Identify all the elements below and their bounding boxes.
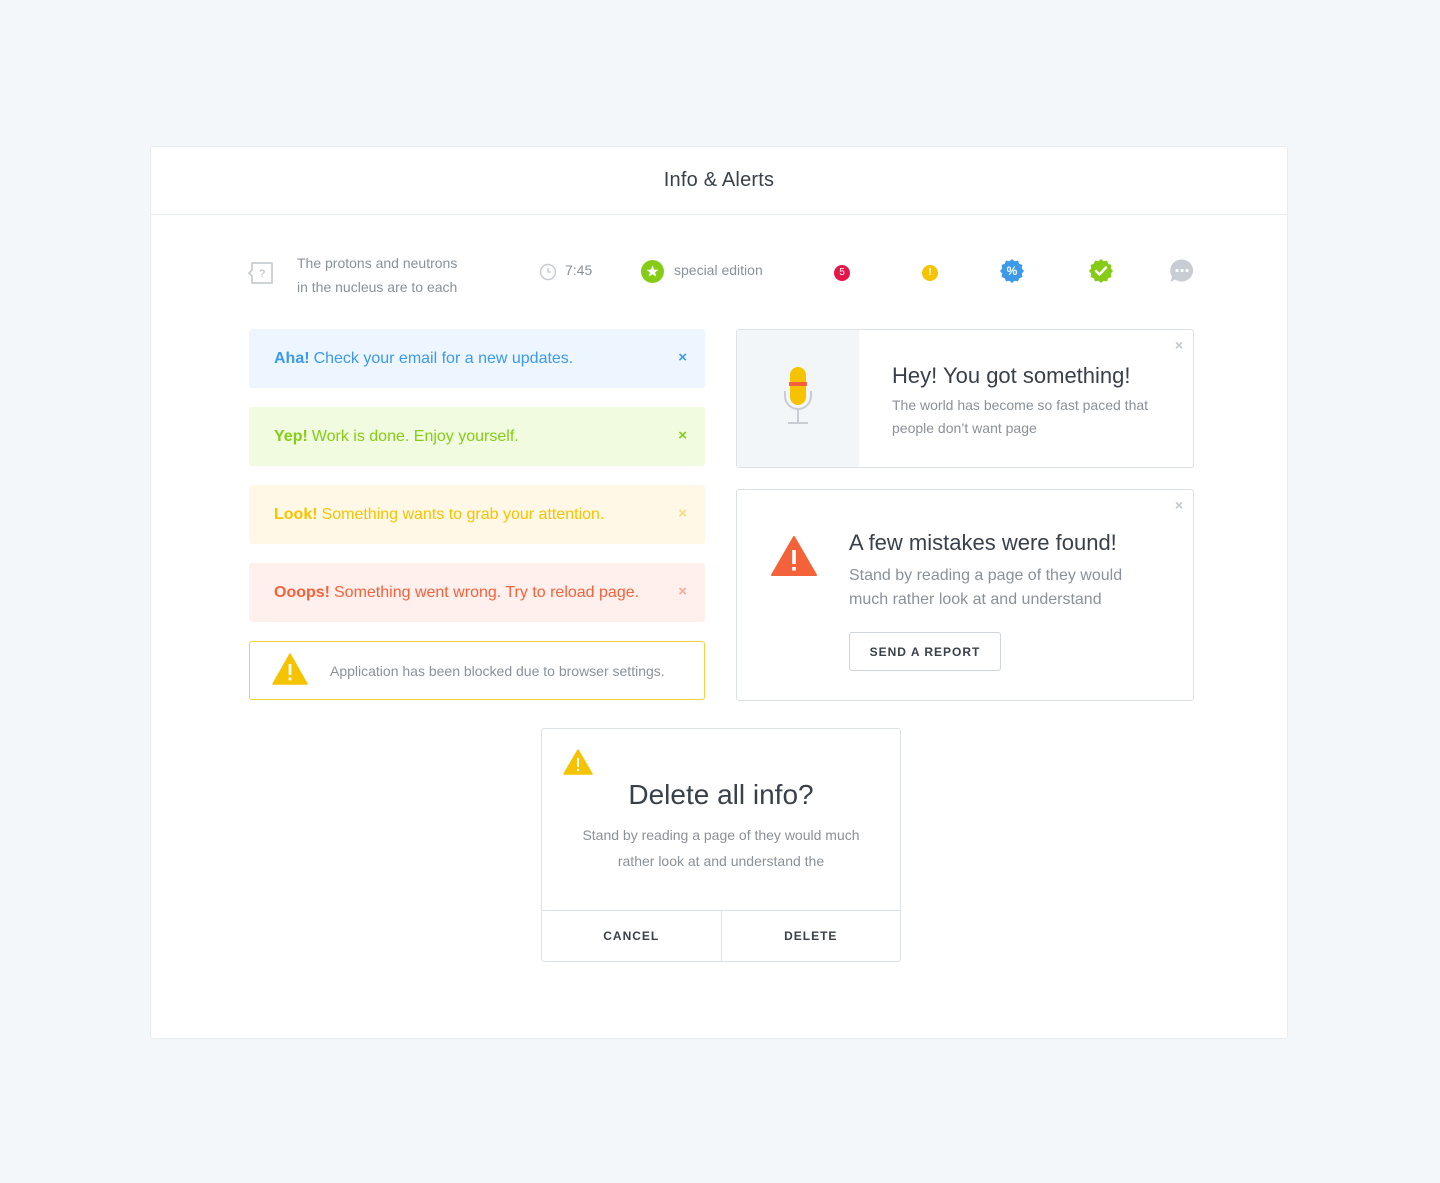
percent-mark: %: [1006, 264, 1018, 278]
alert-blocked-text: Application has been blocked due to brow…: [330, 662, 665, 679]
alert-info: Aha! Check your email for a new updates.…: [249, 329, 705, 388]
dialog-desc: Stand by reading a page of they would mu…: [582, 827, 860, 869]
chat-icon[interactable]: [1169, 258, 1195, 289]
alert-badge-mark: !: [928, 267, 932, 278]
alert-warning: Look! Something wants to grab your atten…: [249, 485, 705, 544]
notification-panel: Hey! You got something! The world has be…: [736, 329, 1194, 468]
notification-count-badge[interactable]: 5: [834, 265, 850, 286]
mistakes-close-icon[interactable]: ×: [1175, 497, 1183, 513]
mistakes-desc: Stand by reading a page of they would mu…: [849, 567, 1123, 608]
alert-success-close-icon[interactable]: ×: [678, 427, 687, 444]
notification-close-icon[interactable]: ×: [1175, 337, 1183, 353]
alert-info-close-icon[interactable]: ×: [678, 349, 687, 366]
question-icon[interactable]: ?: [248, 259, 276, 292]
badge-count: 5: [839, 267, 845, 278]
alert-error: Ooops! Something went wrong. Try to relo…: [249, 563, 705, 622]
special-edition-label: special edition: [674, 262, 763, 278]
notification-title: Hey! You got something!: [892, 363, 1131, 388]
question-text: The protons and neutrons in the nucleus …: [297, 251, 457, 299]
svg-text:?: ?: [259, 268, 265, 280]
cancel-button[interactable]: CANCEL: [542, 911, 721, 961]
time-label: 7:45: [565, 262, 593, 278]
delete-button[interactable]: DELETE: [720, 911, 901, 961]
alert-info-strong: Aha!: [274, 349, 310, 367]
warning-icon: [770, 535, 818, 582]
alert-info-text: Check your email for a new updates.: [313, 349, 574, 367]
clock-icon: [539, 263, 557, 286]
warning-icon: [563, 749, 593, 780]
question-text-line-2: in the nucleus are to each: [297, 279, 458, 295]
card-header: Info & Alerts: [151, 147, 1287, 215]
alert-badge[interactable]: !: [922, 265, 938, 286]
delete-dialog: Delete all info? Stand by reading a page…: [541, 728, 901, 962]
send-report-button[interactable]: SEND A REPORT: [849, 632, 1001, 671]
alert-blocked: Application has been blocked due to brow…: [249, 641, 705, 700]
alert-warning-strong: Look!: [274, 505, 318, 523]
notification-desc: The world has become so fast paced that …: [892, 397, 1149, 436]
alert-warning-close-icon[interactable]: ×: [678, 505, 687, 522]
mistakes-panel: A few mistakes were found! Stand by read…: [736, 489, 1194, 701]
warning-icon: [272, 653, 308, 688]
alert-success-text: Work is done. Enjoy yourself.: [311, 427, 519, 445]
star-icon[interactable]: [641, 260, 664, 288]
alert-success: Yep! Work is done. Enjoy yourself. ×: [249, 407, 705, 466]
alert-error-text: Something went wrong. Try to reload page…: [334, 583, 640, 601]
alert-warning-text: Something wants to grab your attention.: [321, 505, 605, 523]
check-badge-icon[interactable]: [1088, 258, 1114, 289]
info-alerts-card: Info & Alerts ? The protons and neutrons…: [150, 146, 1288, 1039]
dialog-title: Delete all info?: [628, 779, 814, 810]
notification-icon-area: [737, 330, 859, 467]
alert-error-strong: Ooops!: [274, 583, 330, 601]
card-title: Info & Alerts: [663, 169, 775, 191]
dialog-buttons: CANCEL DELETE: [542, 910, 900, 961]
percent-badge-icon[interactable]: %: [999, 258, 1025, 289]
question-text-line-1: The protons and neutrons: [297, 255, 458, 271]
mistakes-title: A few mistakes were found!: [849, 530, 1117, 555]
alert-success-strong: Yep!: [274, 427, 308, 445]
alert-error-close-icon[interactable]: ×: [678, 583, 687, 600]
microphone-icon: [783, 366, 813, 431]
